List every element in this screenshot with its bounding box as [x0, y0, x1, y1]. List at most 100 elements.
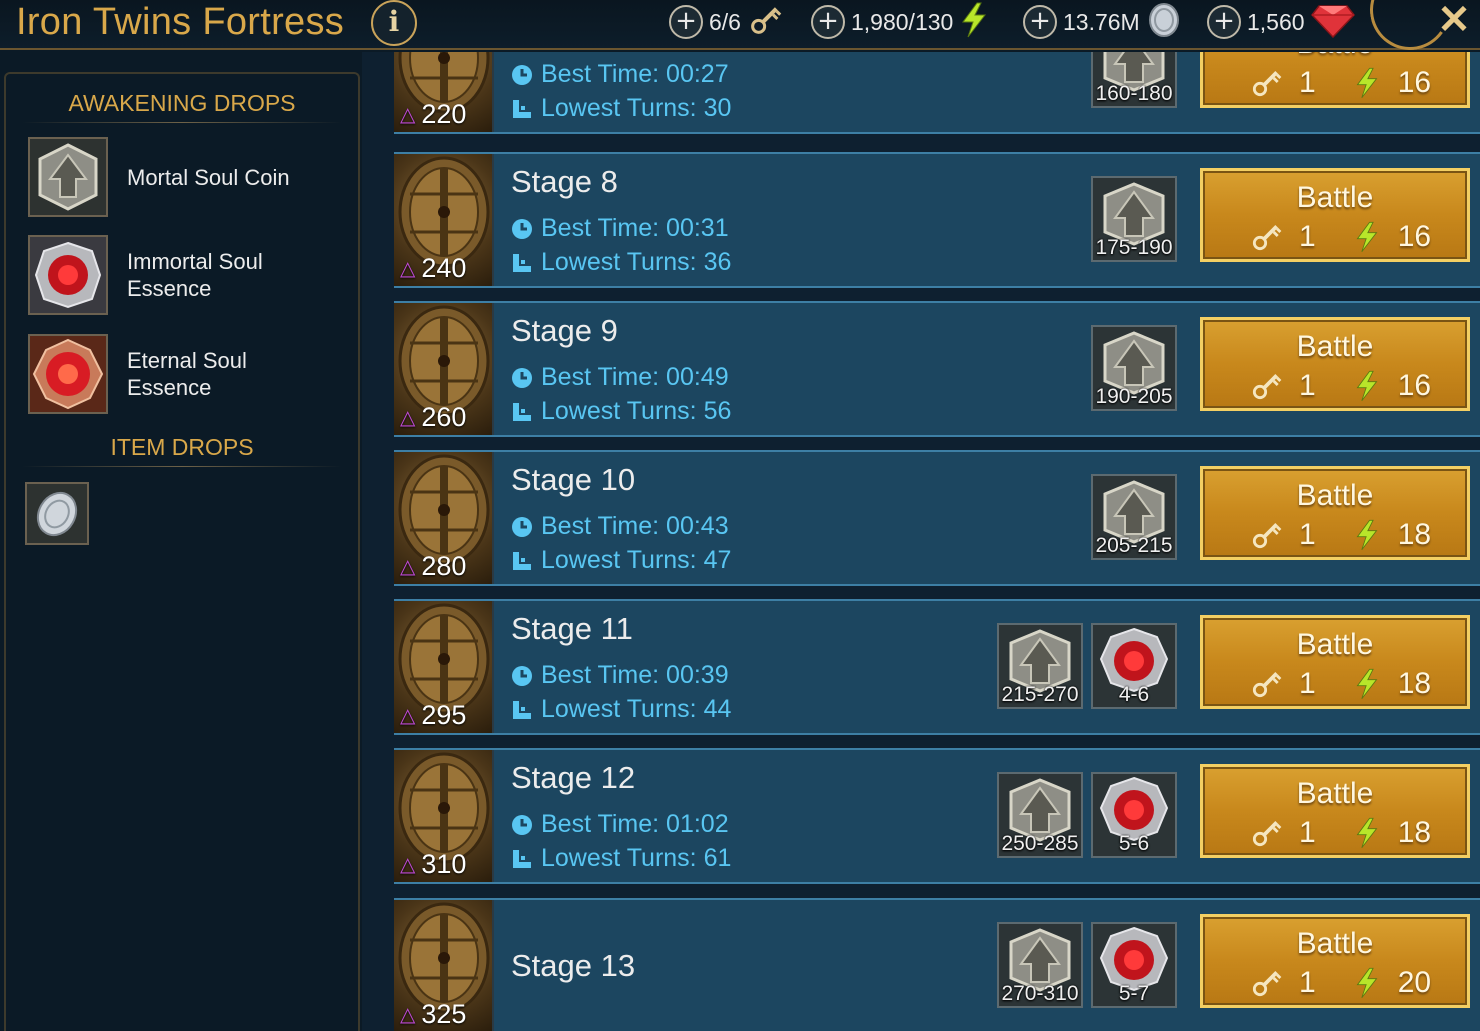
- battle-button[interactable]: Battle 1 18: [1200, 764, 1470, 858]
- drop-item-eternal-soul-essence[interactable]: Eternal Soul Essence: [28, 334, 348, 414]
- energy-cost: 16: [1397, 66, 1432, 99]
- power-triangle-icon: △: [400, 104, 416, 126]
- clock-icon: [512, 367, 532, 388]
- reward-amount: 190-205: [1095, 385, 1173, 408]
- battle-label: Battle: [1296, 181, 1374, 214]
- reward-mortal-soul-coin[interactable]: 250-285: [997, 772, 1083, 858]
- item-drops-heading: ITEM DROPS: [22, 434, 342, 467]
- reward-mortal-soul-coin[interactable]: 160-180: [1091, 52, 1177, 108]
- stage-row[interactable]: △ 310 Stage 12 Best Time: 01:02 Lowest Turns…: [394, 748, 1480, 884]
- stage-name: Stage 9: [511, 313, 618, 348]
- stage-power: △ 240: [400, 253, 466, 284]
- battle-label: Battle: [1296, 628, 1374, 661]
- key-icon: [1252, 224, 1282, 251]
- battle-button[interactable]: Battle 1 16: [1200, 168, 1470, 262]
- energy-bolt-icon: [1356, 668, 1378, 699]
- battle-label: Battle: [1203, 52, 1467, 61]
- keys-value: 6/6: [709, 8, 741, 35]
- ruby-gem-icon: [1310, 2, 1355, 43]
- lowest-turns-text: Lowest Turns: 56: [541, 397, 732, 425]
- add-energy-button[interactable]: +: [811, 5, 845, 39]
- lowest-turns-text: Lowest Turns: 36: [541, 248, 732, 276]
- reward-mortal-soul-coin[interactable]: 190-205: [1091, 325, 1177, 411]
- best-time-text: Best Time: 00:39: [541, 661, 729, 689]
- reward-mortal-soul-coin[interactable]: 270-310: [997, 922, 1083, 1008]
- add-keys-button[interactable]: +: [669, 5, 703, 39]
- drop-item-immortal-soul-essence[interactable]: Immortal Soul Essence: [28, 235, 348, 315]
- best-time: Best Time: 00:39: [511, 661, 729, 690]
- stage-power: △ 220: [400, 99, 466, 130]
- reward-amount: 160-180: [1095, 82, 1173, 105]
- lowest-turns: Lowest Turns: 36: [511, 248, 731, 277]
- energy-cost: 16: [1397, 220, 1432, 253]
- clock-icon: [512, 218, 532, 239]
- battle-button[interactable]: Battle 1 16: [1200, 317, 1470, 411]
- key-cost: 1: [1299, 816, 1316, 849]
- battle-button[interactable]: Battle 1 16: [1200, 52, 1470, 108]
- power-triangle-icon: △: [400, 854, 416, 876]
- awakening-drops-heading: AWAKENING DROPS: [22, 90, 342, 123]
- power-triangle-icon: △: [400, 258, 416, 280]
- item-drop-silver[interactable]: [25, 482, 89, 545]
- stage-row[interactable]: △ 240 Stage 8 Best Time: 00:31 Lowest Turns:…: [394, 152, 1480, 288]
- best-time: Best Time: 00:49: [511, 363, 729, 392]
- best-time: Best Time: 00:31: [511, 214, 729, 243]
- stage-power-value: 295: [421, 700, 467, 730]
- battle-cost: 1 16: [1249, 65, 1447, 101]
- lowest-turns-text: Lowest Turns: 44: [541, 695, 732, 723]
- energy-bolt-icon: [1356, 67, 1378, 98]
- stage-power-value: 280: [421, 551, 467, 581]
- resource-energy: + 1,980/130: [811, 2, 989, 40]
- battle-cost: 1 18: [1249, 517, 1447, 553]
- reward-mortal-soul-coin[interactable]: 215-270: [997, 623, 1083, 709]
- reward-immortal-soul-essence[interactable]: 4-6: [1091, 623, 1177, 709]
- stage-row[interactable]: △ 295 Stage 11 Best Time: 00:39 Lowest Turns…: [394, 599, 1480, 735]
- battle-label: Battle: [1296, 777, 1374, 810]
- info-button[interactable]: i: [371, 0, 417, 46]
- stage-row[interactable]: △ 220 Best Time: 00:27 Lowest Turns: 30 160-…: [394, 52, 1480, 134]
- stage-row[interactable]: △ 325 Stage 13 270-310 5-7 Battle 1 20: [394, 898, 1480, 1031]
- reward-mortal-soul-coin[interactable]: 175-190: [1091, 176, 1177, 262]
- lowest-turns-text: Lowest Turns: 61: [541, 844, 732, 872]
- reward-immortal-soul-essence[interactable]: 5-6: [1091, 772, 1177, 858]
- power-triangle-icon: △: [400, 1004, 416, 1026]
- key-icon: [1252, 970, 1282, 997]
- battle-label: Battle: [1296, 479, 1374, 512]
- stage-power-value: 260: [421, 402, 467, 432]
- best-time-text: Best Time: 00:49: [541, 363, 729, 391]
- stage-power-value: 220: [421, 99, 467, 129]
- add-gems-button[interactable]: +: [1207, 5, 1241, 39]
- lowest-turns: Lowest Turns: 30: [511, 94, 731, 123]
- reward-amount: 205-215: [1095, 534, 1173, 557]
- battle-button[interactable]: Battle 1 18: [1200, 615, 1470, 709]
- stage-power: △ 310: [400, 849, 466, 880]
- key-cost: 1: [1299, 966, 1316, 999]
- item-drops-title: ITEM DROPS: [110, 434, 254, 460]
- energy-bolt-icon: [1356, 221, 1378, 252]
- power-triangle-icon: △: [400, 556, 416, 578]
- battle-cost: 1 18: [1249, 666, 1447, 702]
- silver-coin-icon: [27, 491, 87, 547]
- stage-row[interactable]: △ 280 Stage 10 Best Time: 00:43 Lowest Turns…: [394, 450, 1480, 586]
- resource-gems: + 1,560: [1207, 4, 1355, 40]
- energy-bolt-icon: [1356, 967, 1378, 998]
- awakening-drops-title: AWAKENING DROPS: [68, 90, 296, 116]
- add-silver-button[interactable]: +: [1023, 5, 1057, 39]
- battle-button[interactable]: Battle 1 18: [1200, 466, 1470, 560]
- stage-row[interactable]: △ 260 Stage 9 Best Time: 00:49 Lowest Turns:…: [394, 301, 1480, 437]
- reward-immortal-soul-essence[interactable]: 5-7: [1091, 922, 1177, 1008]
- key-cost: 1: [1299, 667, 1316, 700]
- battle-button[interactable]: Battle 1 20: [1200, 914, 1470, 1008]
- immortal-soul-essence-icon: [28, 235, 108, 315]
- lowest-turns: Lowest Turns: 47: [511, 546, 731, 575]
- resource-keys: + 6/6: [669, 4, 783, 40]
- battle-cost: 1 20: [1249, 965, 1447, 1001]
- drop-item-mortal-soul-coin[interactable]: Mortal Soul Coin: [28, 137, 348, 217]
- stage-list[interactable]: △ 220 Best Time: 00:27 Lowest Turns: 30 160-…: [362, 52, 1480, 1031]
- close-button[interactable]: ✕: [1434, 0, 1474, 40]
- stage-name: Stage 8: [511, 164, 618, 199]
- reward-mortal-soul-coin[interactable]: 205-215: [1091, 474, 1177, 560]
- gems-value: 1,560: [1247, 8, 1305, 35]
- drop-item-label: Immortal Soul Essence: [127, 249, 263, 301]
- key-icon: [747, 2, 783, 43]
